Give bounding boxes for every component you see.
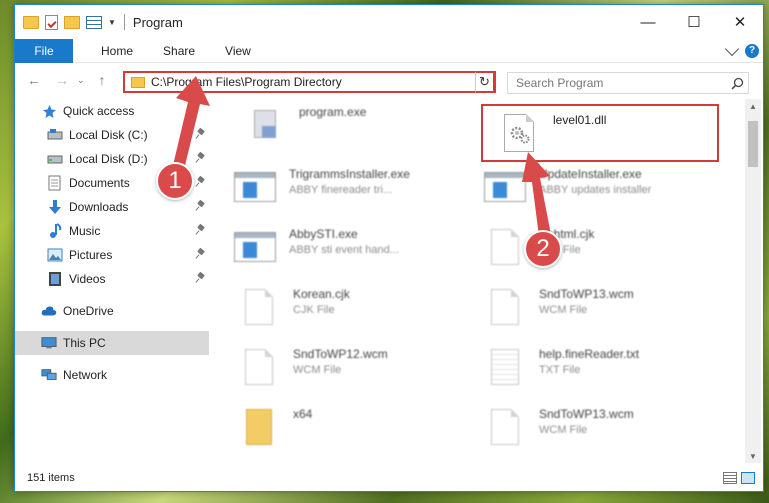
callout-arrows bbox=[170, 76, 552, 244]
callout-badge-1: 1 bbox=[156, 162, 194, 200]
callout-badge-2: 2 bbox=[524, 230, 562, 268]
